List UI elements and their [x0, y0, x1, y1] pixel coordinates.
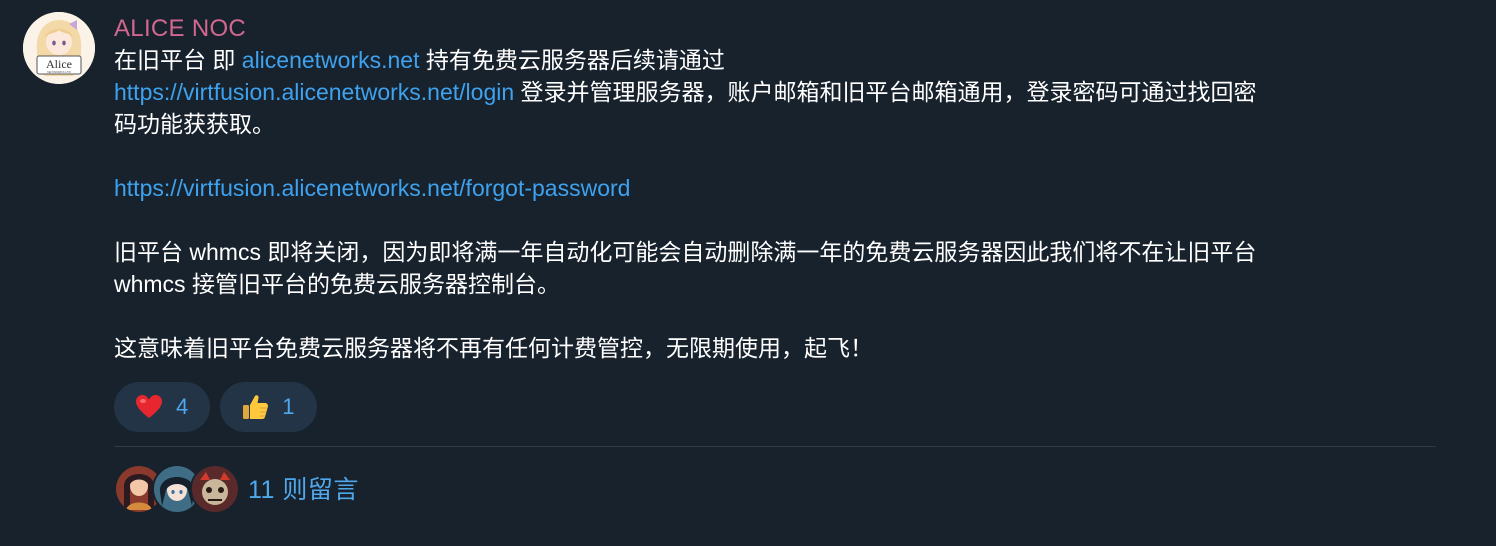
reaction-count: 4: [176, 394, 189, 419]
message-para2-line1: 旧平台 whmcs 即将关闭，因为即将满一年自动化可能会自动删除满一年的免费云服…: [114, 239, 1257, 265]
text-segment: 在旧平台 即: [114, 47, 242, 73]
virtfusion-login-link[interactable]: https://virtfusion.alicenetworks.net/log…: [114, 79, 514, 105]
commenter-avatar: [190, 464, 240, 514]
message-para2-line2: whmcs 接管旧平台的免费云服务器控制台。: [114, 271, 560, 297]
message-line-forgot: https://virtfusion.alicenetworks.net/for…: [114, 172, 1444, 204]
reaction-heart[interactable]: 4: [114, 382, 211, 432]
reaction-count: 1: [282, 394, 295, 419]
reaction-thumbs-up[interactable]: 1: [220, 382, 317, 432]
svg-text:Alice: Alice: [46, 57, 72, 71]
forgot-password-link[interactable]: https://virtfusion.alicenetworks.net/for…: [114, 175, 630, 201]
message-line-2: https://virtfusion.alicenetworks.net/log…: [114, 76, 1444, 108]
comments-button[interactable]: 11 则留言: [114, 464, 359, 514]
sender-name[interactable]: ALICE NOC: [114, 14, 1444, 44]
alicenetworks-link[interactable]: alicenetworks.net: [242, 47, 420, 73]
message-body: ALICE NOC 在旧平台 即 alicenetworks.net 持有免费云…: [114, 14, 1444, 364]
message-para3: 这意味着旧平台免费云服务器将不再有任何计费管控，无限期使用，起飞！: [114, 335, 873, 361]
heart-icon: [136, 395, 162, 418]
comments-count-label: 11 则留言: [248, 476, 359, 504]
svg-text:NETWORKS LTD: NETWORKS LTD: [47, 70, 71, 74]
divider: [114, 446, 1436, 447]
message-line-3: 码功能获获取。: [114, 111, 275, 137]
text-segment: 持有免费云服务器后续请通过: [419, 47, 725, 73]
commenter-avatars: [114, 464, 240, 514]
thumbs-up-icon: [243, 395, 269, 419]
channel-avatar[interactable]: Alice NETWORKS LTD: [23, 12, 95, 84]
alice-logo-icon: Alice NETWORKS LTD: [23, 12, 95, 84]
text-segment: 登录并管理服务器，账户邮箱和旧平台邮箱通用，登录密码可通过找回密: [514, 79, 1257, 105]
message-text: 在旧平台 即 alicenetworks.net 持有免费云服务器后续请通过 h…: [114, 44, 1444, 364]
message-line-1: 在旧平台 即 alicenetworks.net 持有免费云服务器后续请通过: [114, 44, 1444, 76]
reactions-bar: 4 1: [114, 382, 317, 432]
